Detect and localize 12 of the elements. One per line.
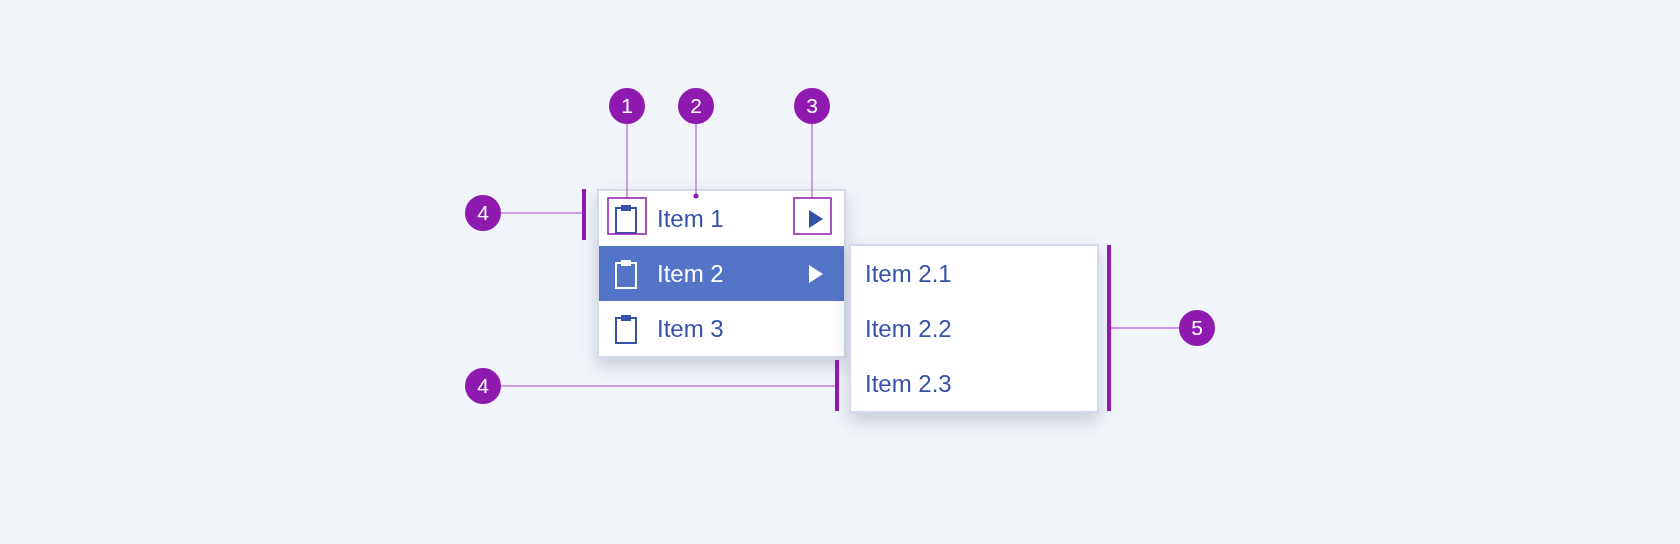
callout-badge: 5 xyxy=(1179,310,1215,346)
menu-item[interactable]: Item 2 xyxy=(599,246,844,301)
callout-badge: 1 xyxy=(609,88,645,124)
callout-badge: 2 xyxy=(678,88,714,124)
submenu-item[interactable]: Item 2.3 xyxy=(851,356,1097,411)
submenu-item[interactable]: Item 2.1 xyxy=(851,246,1097,301)
callout-badge: 4 xyxy=(465,195,501,231)
callout-badge: 4 xyxy=(465,368,501,404)
menu-item[interactable]: Item 3 xyxy=(599,301,844,356)
callout-badge: 3 xyxy=(794,88,830,124)
menu-item[interactable]: Item 1 xyxy=(599,191,844,246)
submenu-item[interactable]: Item 2.2 xyxy=(851,301,1097,356)
